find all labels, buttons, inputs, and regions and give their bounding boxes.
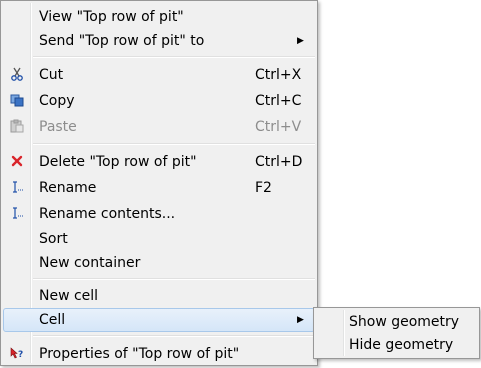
menu-separator: [33, 335, 315, 337]
menu-item-label: Rename: [39, 180, 97, 196]
menu-item-shortcut: F2: [255, 180, 272, 196]
cell-submenu: Show geometry Hide geometry: [313, 307, 480, 359]
whats-this-icon: ?: [9, 345, 25, 361]
menu-item-rename[interactable]: Rename F2: [3, 176, 315, 200]
submenu-item-label: Hide geometry: [349, 337, 454, 353]
submenu-arrow-icon: ▶: [297, 36, 304, 46]
menu-item-sort[interactable]: Sort: [3, 227, 315, 251]
menu-item-view[interactable]: View "Top row of pit": [3, 5, 315, 29]
menu-separator: [33, 56, 315, 58]
menu-separator: [33, 143, 315, 145]
menu-item-copy[interactable]: Copy Ctrl+C: [3, 89, 315, 113]
submenu-item-label: Show geometry: [349, 314, 460, 330]
submenu-arrow-icon: ▶: [297, 315, 304, 325]
copy-icon: [9, 92, 25, 108]
menu-item-label: Cell: [39, 312, 66, 328]
menu-item-paste[interactable]: Paste Ctrl+V: [3, 115, 315, 139]
svg-text:?: ?: [18, 350, 23, 360]
menu-item-label: Cut: [39, 67, 64, 83]
menu-separator: [33, 278, 315, 280]
menu-item-properties[interactable]: ? Properties of "Top row of pit": [3, 342, 315, 366]
menu-item-label: View "Top row of pit": [39, 9, 184, 25]
menu-item-delete[interactable]: Delete "Top row of pit" Ctrl+D: [3, 150, 315, 174]
rename-cursor-icon: [9, 205, 25, 221]
paste-icon: [9, 118, 25, 134]
menu-item-new-cell[interactable]: New cell: [3, 284, 315, 308]
menu-item-label: New cell: [39, 288, 99, 304]
menu-item-shortcut: Ctrl+X: [255, 67, 302, 83]
menu-item-cell[interactable]: Cell ▶: [3, 308, 315, 332]
scissors-icon: [9, 66, 25, 82]
menu-item-label: Sort: [39, 231, 68, 247]
menu-item-new-container[interactable]: New container: [3, 251, 315, 275]
rename-cursor-icon: [9, 179, 25, 195]
menu-item-label: Send "Top row of pit" to: [39, 33, 205, 49]
context-menu: View "Top row of pit" Send "Top row of p…: [0, 0, 318, 366]
menu-item-shortcut: Ctrl+V: [255, 119, 302, 135]
menu-item-label: Copy: [39, 93, 75, 109]
menu-item-send-to[interactable]: Send "Top row of pit" to ▶: [3, 29, 315, 53]
menu-item-label: New container: [39, 255, 141, 271]
submenu-item-show-geometry[interactable]: Show geometry: [316, 311, 478, 333]
menu-item-label: Delete "Top row of pit": [39, 154, 197, 170]
menu-item-shortcut: Ctrl+C: [255, 93, 302, 109]
menu-item-label: Rename contents...: [39, 206, 176, 222]
menu-item-rename-contents[interactable]: Rename contents...: [3, 202, 315, 226]
submenu-item-hide-geometry[interactable]: Hide geometry: [316, 334, 478, 356]
delete-x-icon: [9, 153, 25, 169]
menu-item-label: Paste: [39, 119, 77, 135]
menu-item-shortcut: Ctrl+D: [255, 154, 303, 170]
menu-item-cut[interactable]: Cut Ctrl+X: [3, 63, 315, 87]
menu-item-label: Properties of "Top row of pit": [39, 346, 240, 362]
